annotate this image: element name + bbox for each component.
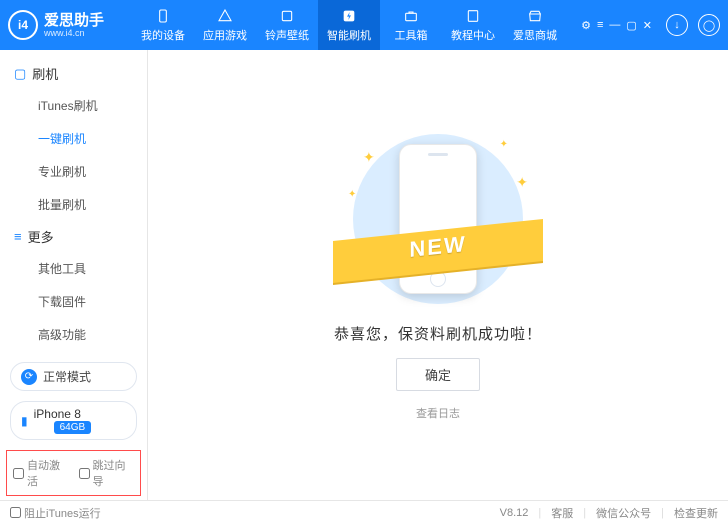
- user-icon[interactable]: ◯: [698, 14, 720, 36]
- more-group-icon: ≡: [14, 229, 22, 244]
- nav-label: 应用游戏: [203, 27, 247, 43]
- titlebar: i4 爱思助手 www.i4.cn 我的设备 应用游戏 铃声壁纸 智能刷机 工具…: [0, 0, 728, 50]
- sidebar-group-title: 刷机: [32, 64, 58, 83]
- status-link-wechat[interactable]: 微信公众号: [596, 505, 651, 521]
- book-icon: [464, 7, 482, 25]
- status-link-support[interactable]: 客服: [551, 505, 573, 521]
- sidebar-item-batch-flash[interactable]: 批量刷机: [0, 188, 147, 221]
- app-logo: i4 爱思助手 www.i4.cn: [8, 10, 132, 40]
- sidebar-item-pro-flash[interactable]: 专业刷机: [0, 155, 147, 188]
- nav-smart-flash[interactable]: 智能刷机: [318, 0, 380, 50]
- device-name: iPhone 8: [34, 407, 92, 421]
- nav-label: 智能刷机: [327, 27, 371, 43]
- window-controls: ⚙ ≡ — ▢ ✕: [581, 19, 652, 32]
- sidebar-item-itunes-flash[interactable]: iTunes刷机: [0, 89, 147, 122]
- toolbox-icon: [402, 7, 420, 25]
- nav-tutorials[interactable]: 教程中心: [442, 0, 504, 50]
- ok-button[interactable]: 确定: [396, 358, 480, 391]
- nav-label: 铃声壁纸: [265, 27, 309, 43]
- mode-label: 正常模式: [43, 368, 91, 385]
- nav-label: 我的设备: [141, 27, 185, 43]
- download-icon[interactable]: ↓: [666, 14, 688, 36]
- logo-title: 爱思助手: [44, 13, 104, 28]
- sparkle-icon: ✦: [500, 139, 508, 150]
- main-content: ✦ ✦ ✦ ✦ NEW 恭喜您，保资料刷机成功啦！ 确定 查看日志: [148, 50, 728, 500]
- status-bar: 阻止iTunes运行 V8.12 | 客服 | 微信公众号 | 检查更新: [0, 500, 728, 524]
- close-icon[interactable]: ✕: [643, 19, 652, 32]
- maximize-icon[interactable]: ▢: [626, 19, 636, 32]
- new-ribbon: NEW: [333, 224, 543, 280]
- shop-icon: [526, 7, 544, 25]
- top-nav: 我的设备 应用游戏 铃声壁纸 智能刷机 工具箱 教程中心 爱思商城: [132, 0, 581, 50]
- post-flash-options: 自动激活 跳过向导: [6, 450, 141, 496]
- sidebar-group-title: 更多: [28, 227, 54, 246]
- nav-shop[interactable]: 爱思商城: [504, 0, 566, 50]
- logo-subtitle: www.i4.cn: [44, 28, 104, 38]
- sidebar-item-download-firmware[interactable]: 下载固件: [0, 285, 147, 318]
- success-message: 恭喜您，保资料刷机成功啦！: [334, 323, 542, 344]
- status-link-check-update[interactable]: 检查更新: [674, 505, 718, 521]
- view-log-link[interactable]: 查看日志: [416, 405, 460, 421]
- flash-group-icon: ▢: [14, 66, 26, 82]
- titlebar-right-icons: ↓ ◯: [666, 14, 720, 36]
- checkbox-input[interactable]: [10, 507, 21, 518]
- checkbox-block-itunes[interactable]: 阻止iTunes运行: [10, 505, 101, 521]
- sparkle-icon: ✦: [348, 189, 356, 200]
- nav-label: 爱思商城: [513, 27, 557, 43]
- version-label: V8.12: [500, 507, 529, 519]
- checkbox-label: 自动激活: [27, 457, 69, 489]
- mode-pill[interactable]: ⟳ 正常模式: [10, 362, 137, 391]
- sidebar-item-other-tools[interactable]: 其他工具: [0, 252, 147, 285]
- apps-icon: [216, 7, 234, 25]
- checkbox-label: 阻止iTunes运行: [24, 505, 101, 521]
- device-phone-icon: ▮: [21, 414, 28, 428]
- nav-my-device[interactable]: 我的设备: [132, 0, 194, 50]
- phone-icon: [154, 7, 172, 25]
- checkbox-skip-setup[interactable]: 跳过向导: [79, 457, 135, 489]
- nav-label: 教程中心: [451, 27, 495, 43]
- success-illustration: ✦ ✦ ✦ ✦ NEW: [318, 129, 558, 309]
- music-icon: [278, 7, 296, 25]
- sparkle-icon: ✦: [363, 149, 375, 166]
- sidebar-group-flash: ▢ 刷机: [0, 58, 147, 89]
- flash-icon: [340, 7, 358, 25]
- checkbox-auto-activate[interactable]: 自动激活: [13, 457, 69, 489]
- sidebar: ▢ 刷机 iTunes刷机 一键刷机 专业刷机 批量刷机 ≡ 更多 其他工具 下…: [0, 50, 148, 500]
- nav-toolbox[interactable]: 工具箱: [380, 0, 442, 50]
- device-storage-badge: 64GB: [54, 421, 92, 434]
- sidebar-group-more: ≡ 更多: [0, 221, 147, 252]
- nav-apps-games[interactable]: 应用游戏: [194, 0, 256, 50]
- menu-icon[interactable]: ≡: [597, 19, 603, 31]
- logo-mark-icon: i4: [8, 10, 38, 40]
- sparkle-icon: ✦: [516, 174, 528, 191]
- checkbox-input[interactable]: [13, 468, 24, 479]
- minimize-icon[interactable]: —: [609, 19, 620, 31]
- device-pill[interactable]: ▮ iPhone 8 64GB: [10, 401, 137, 440]
- nav-ringtones-wallpapers[interactable]: 铃声壁纸: [256, 0, 318, 50]
- refresh-icon: ⟳: [21, 369, 37, 385]
- settings-icon[interactable]: ⚙: [581, 19, 591, 32]
- nav-label: 工具箱: [395, 27, 428, 43]
- sidebar-item-oneclick-flash[interactable]: 一键刷机: [0, 122, 147, 155]
- checkbox-label: 跳过向导: [93, 457, 135, 489]
- sidebar-item-advanced[interactable]: 高级功能: [0, 318, 147, 351]
- checkbox-input[interactable]: [79, 468, 90, 479]
